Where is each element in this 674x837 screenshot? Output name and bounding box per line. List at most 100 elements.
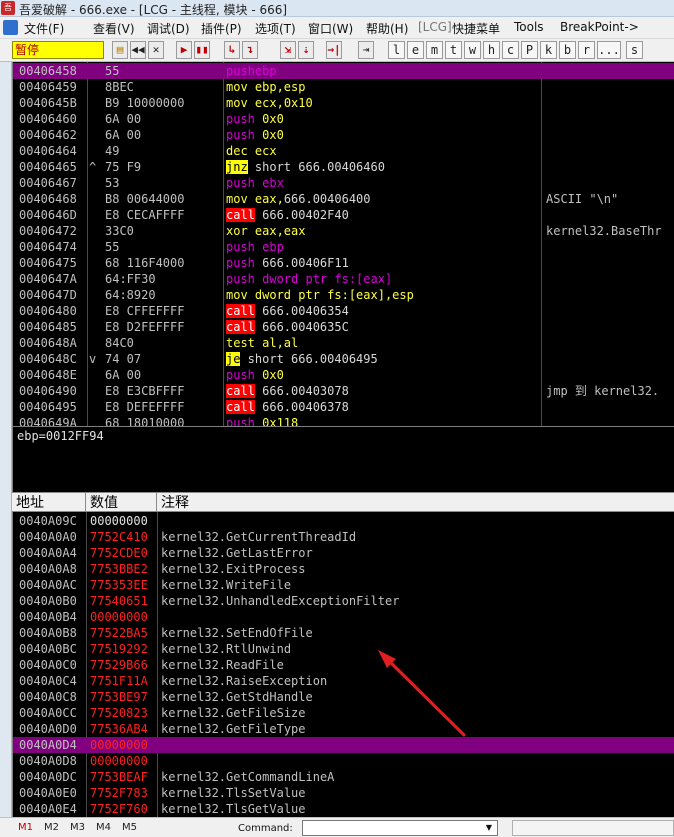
dump-row[interactable]: 0040A0DC 7753BEAF kernel32.GetCommandLineA xyxy=(13,769,674,785)
dump-row[interactable]: 0040A0D8 00000000 xyxy=(13,753,674,769)
toolbar-patches-button[interactable]: P xyxy=(521,41,538,59)
open-icon[interactable]: ▤ xyxy=(112,41,128,59)
dump-row[interactable]: 0040A0D4 00000000 xyxy=(13,737,674,753)
goto-icon[interactable]: ⇥ xyxy=(358,41,374,59)
menu-breakpoint[interactable]: BreakPoint-> xyxy=(560,20,639,34)
toolbar-cpu-button[interactable]: c xyxy=(502,41,519,59)
menu-tools[interactable]: Tools xyxy=(514,20,544,34)
disassembly-row[interactable]: 00406468 B8 00644000 mov eax,666.00406400 A… xyxy=(13,191,674,207)
memory-tab-m5[interactable]: M5 xyxy=(122,822,137,833)
memory-tab-m1[interactable]: M1 xyxy=(18,822,33,833)
disassembly-row[interactable]: 0040645B B9 10000000 mov ecx,0x10 xyxy=(13,95,674,111)
memory-tab-m4[interactable]: M4 xyxy=(96,822,111,833)
column-header-address[interactable]: 地址 xyxy=(12,494,85,512)
close-icon[interactable]: ✕ xyxy=(148,41,164,59)
menu-debug[interactable]: 调试(D) xyxy=(147,20,190,37)
toolbar-references-button[interactable]: r xyxy=(578,41,595,59)
toolbar-windows-button[interactable]: w xyxy=(464,41,481,59)
rewind-icon[interactable]: ◀◀ xyxy=(130,41,146,59)
execute-till-return-icon[interactable]: →| xyxy=(326,41,342,59)
disassembly-text: pushebp xyxy=(226,63,546,79)
disassembly-row[interactable]: 00406485 E8 D2FEFFFF call 666.0040635C xyxy=(13,319,674,335)
disassembly-row[interactable]: 00406480 E8 CFFEFFFF call 666.00406354 xyxy=(13,303,674,319)
memory-tab-m2[interactable]: M2 xyxy=(44,822,59,833)
dump-address: 0040A0B8 xyxy=(19,626,77,640)
disassembly-row[interactable]: 00406472 33C0 xor eax,eax kernel32.BaseThr xyxy=(13,223,674,239)
disassembly-row[interactable]: 00406467 53 push ebx xyxy=(13,175,674,191)
dump-row[interactable]: 0040A0A4 7752CDE0 kernel32.GetLastError xyxy=(13,545,674,561)
disassembly-row[interactable]: 00406474 55 push ebp xyxy=(13,239,674,255)
step-into-icon[interactable]: ↳ xyxy=(224,41,240,59)
disassembly-row[interactable]: 0040647D 64:8920 mov dword ptr fs:[eax],es… xyxy=(13,287,674,303)
trace-into-icon[interactable]: ⇲ xyxy=(280,41,296,59)
memory-tab-m3[interactable]: M3 xyxy=(70,822,85,833)
toolbar-source-button[interactable]: s xyxy=(626,41,643,59)
toolbar-log-button[interactable]: l xyxy=(388,41,405,59)
disassembly-row[interactable]: 00406462 6A 00 push 0x0 xyxy=(13,127,674,143)
disassembly-row[interactable]: 00406464 49 dec ecx xyxy=(13,143,674,159)
toolbar-threads-button[interactable]: t xyxy=(445,41,462,59)
toolbar-breakpoints-button[interactable]: b xyxy=(559,41,576,59)
menu-view[interactable]: 查看(V) xyxy=(93,20,135,37)
disassembly-row[interactable]: 0040647A 64:FF30 push dword ptr fs:[eax] xyxy=(13,271,674,287)
dump-row[interactable]: 0040A0B0 77540651 kernel32.UnhandledExcept… xyxy=(13,593,674,609)
jump-marker xyxy=(89,287,103,303)
dump-row[interactable]: 0040A0D0 77536AB4 kernel32.GetFileType xyxy=(13,721,674,737)
disassembly-row[interactable]: 0040648C v 74 07 je short 666.00406495 xyxy=(13,351,674,367)
instruction-comment: kernel32.BaseThr xyxy=(546,224,662,238)
trace-over-icon[interactable]: ⇣ xyxy=(298,41,314,59)
disassembly-row[interactable]: 0040649A 68 18010000 push 0x118 xyxy=(13,415,674,426)
toolbar-memory-button[interactable]: m xyxy=(426,41,443,59)
dump-row[interactable]: 0040A0E0 7752F783 kernel32.TlsSetValue xyxy=(13,785,674,801)
play-icon[interactable]: ▶ xyxy=(176,41,192,59)
dump-row[interactable]: 0040A0B4 00000000 xyxy=(13,609,674,625)
dump-comment: kernel32.TlsSetValue xyxy=(161,786,306,800)
dump-row[interactable]: 0040A0CC 77520823 kernel32.GetFileSize xyxy=(13,705,674,721)
dump-row[interactable]: 0040A0A0 7752C410 kernel32.GetCurrentThrea… xyxy=(13,529,674,545)
toolbar-executables-button[interactable]: e xyxy=(407,41,424,59)
disassembly-row[interactable]: 00406490 E8 E3CBFFFF call 666.00403078 jmp … xyxy=(13,383,674,399)
dump-row[interactable]: 0040A0C4 7751F11A kernel32.RaiseException xyxy=(13,673,674,689)
step-over-icon[interactable]: ↴ xyxy=(242,41,258,59)
stack-dump-panel[interactable]: 0040A09C 00000000 0040A0A0 7752C410 kernel32… xyxy=(12,512,674,817)
menu-window[interactable]: 窗口(W) xyxy=(308,20,353,37)
toolbar-more-button[interactable]: ... xyxy=(597,41,621,59)
cpu-disassembly-panel[interactable]: 00406458 55 pushebp 00406459 8BEC mov ebp,esp… xyxy=(12,62,674,426)
dump-row[interactable]: 0040A0B8 77522BA5 kernel32.SetEndOfFile xyxy=(13,625,674,641)
menu-help[interactable]: 帮助(H) xyxy=(366,20,408,37)
dump-row[interactable]: 0040A0C8 7753BE97 kernel32.GetStdHandle xyxy=(13,689,674,705)
menu-lcg[interactable]: [LCG] xyxy=(418,20,452,34)
column-header-value[interactable]: 数值 xyxy=(86,494,156,512)
menu-shortcut[interactable]: 快捷菜单 xyxy=(452,20,500,37)
dump-row[interactable]: 0040A0E4 7752F760 kernel32.TlsGetValue xyxy=(13,801,674,817)
disassembly-row[interactable]: 0040648E 6A 00 push 0x0 xyxy=(13,367,674,383)
dump-row[interactable]: 0040A0AC 775353EE kernel32.WriteFile xyxy=(13,577,674,593)
dump-row[interactable]: 0040A0A8 7753BBE2 kernel32.ExitProcess xyxy=(13,561,674,577)
column-header-comment[interactable]: 注释 xyxy=(157,494,357,512)
dump-row[interactable]: 0040A0C0 77529B66 kernel32.ReadFile xyxy=(13,657,674,673)
disassembly-row[interactable]: 0040646D E8 CECAFFFF call 666.00402F40 xyxy=(13,207,674,223)
command-input[interactable] xyxy=(302,820,498,836)
menu-file[interactable]: 文件(F) xyxy=(24,20,64,37)
chevron-down-icon[interactable]: ▼ xyxy=(481,821,497,835)
menu-bar: 文件(F) 查看(V) 调试(D) 插件(P) 选项(T) 窗口(W) 帮助(H… xyxy=(0,17,674,38)
dump-row[interactable]: 0040A09C 00000000 xyxy=(13,513,674,529)
disassembly-row[interactable]: 00406465 ^ 75 F9 jnz short 666.00406460 xyxy=(13,159,674,175)
system-menu-icon[interactable] xyxy=(3,20,18,35)
disassembly-row[interactable]: 00406459 8BEC mov ebp,esp xyxy=(13,79,674,95)
disassembly-row[interactable]: 00406475 68 116F4000 push 666.00406F11 xyxy=(13,255,674,271)
disassembly-row[interactable]: 00406458 55 pushebp xyxy=(13,63,674,79)
toolbar-callstack-button[interactable]: k xyxy=(540,41,557,59)
disassembly-row[interactable]: 0040648A 84C0 test al,al xyxy=(13,335,674,351)
disassembly-row[interactable]: 00406495 E8 DEFEFFFF call 666.00406378 xyxy=(13,399,674,415)
dump-row[interactable]: 0040A0BC 77519292 kernel32.RtlUnwind xyxy=(13,641,674,657)
disassembly-row[interactable]: 00406460 6A 00 push 0x0 xyxy=(13,111,674,127)
instruction-hex: B8 00644000 xyxy=(105,192,185,206)
pause-icon[interactable]: ▮▮ xyxy=(194,41,210,59)
dump-header: 地址 数值 注释 xyxy=(12,492,674,512)
menu-plugins[interactable]: 插件(P) xyxy=(201,20,242,37)
toolbar-handles-button[interactable]: h xyxy=(483,41,500,59)
command-label: Command: xyxy=(238,823,293,834)
menu-options[interactable]: 选项(T) xyxy=(255,20,296,37)
asm-token: eax,eax xyxy=(247,224,306,238)
